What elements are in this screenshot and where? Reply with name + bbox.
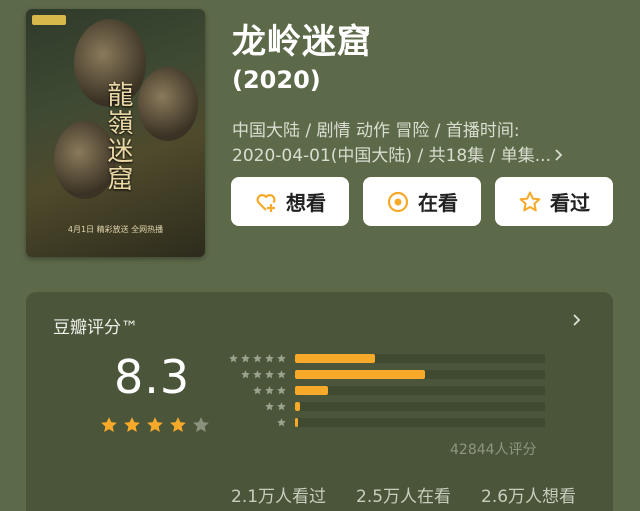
star-outline-icon xyxy=(518,190,542,214)
watched-button-label: 看过 xyxy=(550,191,590,215)
chevron-right-icon xyxy=(555,149,563,161)
small-star-icon xyxy=(241,369,250,378)
star-filled-icon xyxy=(124,417,140,432)
heart-plus-icon xyxy=(254,190,278,214)
star-filled-icon xyxy=(147,417,163,432)
distribution-row-5 xyxy=(223,350,553,366)
distribution-bar xyxy=(295,385,328,395)
small-star-icon xyxy=(265,401,274,410)
distribution-bar-track xyxy=(295,385,545,395)
rating-card[interactable]: 豆瓣评分™ 8.3 42844人评分 2.1万人看过 2.5万人在看 2.6万人… xyxy=(26,292,613,511)
movie-year: (2020) xyxy=(232,66,321,94)
movie-title: 龙岭迷窟 xyxy=(232,22,372,62)
distribution-row-2 xyxy=(223,398,553,414)
watched-count[interactable]: 2.1万人看过 xyxy=(231,482,326,507)
want-count[interactable]: 2.6万人想看 xyxy=(481,482,576,507)
small-star-icon xyxy=(253,369,262,378)
star-empty-icon xyxy=(193,417,209,432)
distribution-bar xyxy=(295,401,300,411)
rating-stars xyxy=(99,415,211,435)
poster-tagline: 4月1日 精彩放送 全网热播 xyxy=(67,225,164,234)
poster-calligraphy: 龍嶺迷窟 xyxy=(103,81,133,193)
chevron-right-icon[interactable] xyxy=(571,314,583,326)
watching-count[interactable]: 2.5万人在看 xyxy=(356,482,451,507)
distribution-stars xyxy=(223,401,287,412)
distribution-row-1 xyxy=(223,414,553,430)
distribution-stars xyxy=(223,417,287,428)
distribution-stars xyxy=(223,385,287,396)
small-star-icon xyxy=(277,369,286,378)
small-star-icon xyxy=(253,385,262,394)
small-star-icon xyxy=(241,353,250,362)
distribution-bar xyxy=(295,417,298,427)
want-button-label: 想看 xyxy=(286,191,326,215)
movie-poster[interactable]: 龍嶺迷窟 4月1日 精彩放送 全网热播 xyxy=(26,9,205,257)
small-star-icon xyxy=(277,401,286,410)
distribution-stars xyxy=(223,369,287,380)
platform-logo xyxy=(32,15,66,25)
star-filled-icon xyxy=(170,417,186,432)
small-star-icon xyxy=(229,353,238,362)
small-star-icon xyxy=(265,353,274,362)
small-star-icon xyxy=(277,353,286,362)
want-button[interactable]: 想看 xyxy=(231,177,349,226)
star-filled-icon xyxy=(101,417,117,432)
movie-meta-line1: 中国大陆 / 剧情 动作 冒险 / 首播时间: xyxy=(232,121,520,141)
watched-button[interactable]: 看过 xyxy=(495,177,613,226)
small-star-icon xyxy=(265,385,274,394)
rating-distribution xyxy=(223,350,553,430)
distribution-bar-track xyxy=(295,353,545,363)
poster-figure-woman xyxy=(138,67,198,141)
distribution-row-3 xyxy=(223,382,553,398)
rating-count: 42844人评分 xyxy=(450,442,537,458)
rating-card-title: 豆瓣评分™ xyxy=(53,318,138,338)
movie-meta-line2[interactable]: 2020-04-01(中国大陆) / 共18集 / 单集... xyxy=(232,141,564,166)
rating-score: 8.3 xyxy=(114,350,191,404)
small-star-icon xyxy=(277,385,286,394)
distribution-stars xyxy=(223,353,287,364)
distribution-bar-track xyxy=(295,369,545,379)
movie-meta-line2-text: 2020-04-01(中国大陆) / 共18集 / 单集... xyxy=(232,146,551,166)
watching-button[interactable]: 在看 xyxy=(363,177,481,226)
target-icon xyxy=(386,190,410,214)
small-star-icon xyxy=(277,417,286,426)
distribution-bar-track xyxy=(295,417,545,427)
small-star-icon xyxy=(253,353,262,362)
distribution-bar xyxy=(295,353,375,363)
distribution-bar xyxy=(295,369,425,379)
distribution-row-4 xyxy=(223,366,553,382)
watching-button-label: 在看 xyxy=(418,191,458,215)
distribution-bar-track xyxy=(295,401,545,411)
small-star-icon xyxy=(265,369,274,378)
